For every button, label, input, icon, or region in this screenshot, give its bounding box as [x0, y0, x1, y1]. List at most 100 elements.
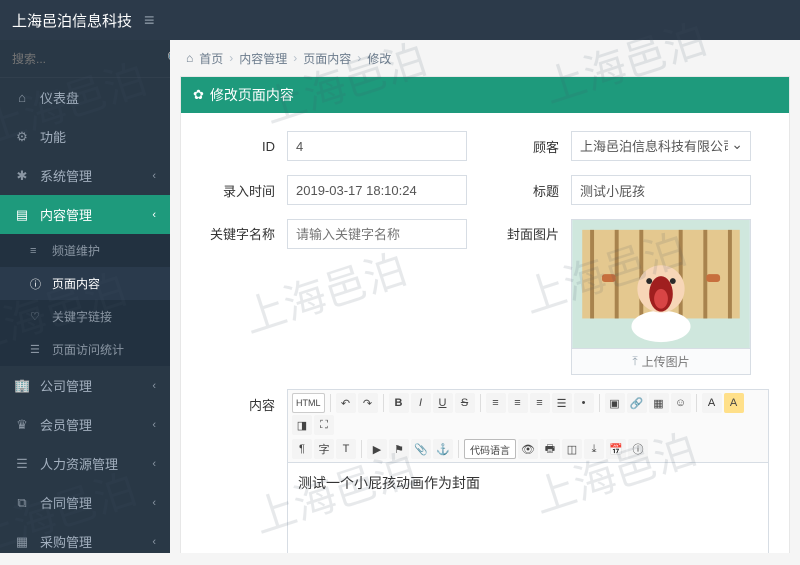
menu-toggle-icon[interactable]: ≡ — [144, 10, 155, 31]
chevron-left-icon: ‹ — [152, 419, 156, 431]
italic-button[interactable]: I — [411, 393, 431, 413]
upload-image-button[interactable]: ⤒ 上传图片 — [571, 349, 751, 375]
bgcolor-button[interactable]: A — [724, 393, 744, 413]
sidebar-item-function[interactable]: ⚙ 功能 — [0, 117, 170, 156]
bold-button[interactable]: B — [389, 393, 409, 413]
title-input[interactable] — [571, 175, 751, 205]
search-input[interactable] — [12, 52, 167, 66]
fontcolor-button[interactable]: A — [702, 393, 722, 413]
breadcrumb-level2[interactable]: 页面内容 — [303, 50, 351, 67]
panel-body: ID 顾客 上海邑泊信息科技有限公司 录入时间 — [181, 113, 789, 553]
fullscreen-button[interactable]: ⛶ — [314, 415, 334, 435]
attachment-button[interactable]: 📎 — [411, 439, 431, 459]
pagebreak-button[interactable]: ⤓ — [584, 439, 604, 459]
fontsize-button[interactable]: T — [336, 439, 356, 459]
sidebar-item-label: 合同管理 — [40, 493, 92, 512]
heart-icon: ♡ — [30, 310, 44, 323]
upload-icon: ⤒ — [632, 354, 637, 369]
document-icon: ⧉ — [14, 495, 30, 511]
video-button[interactable]: ▶ — [367, 439, 387, 459]
rich-text-editor: HTML ↶ ↷ B I U S ≡ ≡ ≡ ☰ • — [287, 389, 769, 553]
undo-button[interactable]: ↶ — [336, 393, 356, 413]
breadcrumb-sep: › — [229, 51, 233, 65]
stats-icon: ☰ — [30, 343, 44, 356]
chevron-left-icon: ‹ — [152, 536, 156, 548]
title-label: 标题 — [501, 181, 571, 200]
sidebar-item-system[interactable]: ✱ 系统管理 ‹ — [0, 156, 170, 195]
sidebar-item-hr[interactable]: ☰ 人力资源管理 ‹ — [0, 444, 170, 483]
table-button[interactable]: ▦ — [649, 393, 669, 413]
submenu-channel[interactable]: ≡ 频道维护 — [0, 234, 170, 267]
editor-textarea[interactable]: 测试一个小屁孩动画作为封面 — [287, 463, 769, 553]
image-button[interactable]: ▣ — [605, 393, 625, 413]
redo-button[interactable]: ↷ — [358, 393, 378, 413]
main-content: ⌂ 首页 › 内容管理 › 页面内容 › 修改 ✿ 修改页面内容 ID 顾客 — [170, 40, 800, 553]
about-button[interactable]: ⓘ — [628, 439, 648, 459]
sidebar-item-label: 采购管理 — [40, 532, 92, 551]
submenu-stats[interactable]: ☰ 页面访问统计 — [0, 333, 170, 366]
template-button[interactable]: ◫ — [562, 439, 582, 459]
chevron-left-icon: ‹ — [152, 458, 156, 470]
sidebar-item-company[interactable]: 🏢 公司管理 ‹ — [0, 366, 170, 405]
html-source-button[interactable]: HTML — [292, 393, 325, 413]
panel-title: 修改页面内容 — [210, 85, 294, 105]
people-icon: ☰ — [14, 456, 30, 472]
fontfamily-button[interactable]: 字 — [314, 439, 334, 459]
anchor-button[interactable]: ⚓ — [433, 439, 453, 459]
submenu-label: 页面访问统计 — [52, 341, 124, 358]
customer-select[interactable]: 上海邑泊信息科技有限公司 — [571, 131, 751, 161]
print-button[interactable]: 🖶 — [540, 439, 560, 459]
format-button[interactable]: ¶ — [292, 439, 312, 459]
breadcrumb: ⌂ 首页 › 内容管理 › 页面内容 › 修改 — [170, 40, 800, 76]
cover-image — [571, 219, 751, 349]
toolbar-divider — [599, 394, 600, 412]
breadcrumb-sep: › — [357, 51, 361, 65]
customer-label: 顾客 — [501, 137, 571, 156]
submenu-pagecontent[interactable]: ⓘ 页面内容 — [0, 267, 170, 300]
list-ordered-button[interactable]: ☰ — [552, 393, 572, 413]
keyword-label: 关键字名称 — [201, 219, 287, 243]
id-input[interactable] — [287, 131, 467, 161]
sidebar-item-label: 公司管理 — [40, 376, 92, 395]
sidebar-item-content[interactable]: ▤ 内容管理 ‹ — [0, 195, 170, 234]
toolbar-divider — [480, 394, 481, 412]
chevron-left-icon: ‹ — [152, 380, 156, 392]
align-right-button[interactable]: ≡ — [530, 393, 550, 413]
toolbar-divider — [696, 394, 697, 412]
date-button[interactable]: 📅 — [606, 439, 626, 459]
link-button[interactable]: 🔗 — [627, 393, 647, 413]
submenu-label: 页面内容 — [52, 275, 100, 292]
crown-icon: ♛ — [14, 417, 30, 433]
info-icon: ⓘ — [30, 276, 44, 292]
list-unordered-button[interactable]: • — [574, 393, 594, 413]
sidebar-item-contract[interactable]: ⧉ 合同管理 ‹ — [0, 483, 170, 522]
sidebar-item-purchase[interactable]: ▦ 采购管理 ‹ — [0, 522, 170, 553]
edit-panel: ✿ 修改页面内容 ID 顾客 上海邑泊信息科技有限公司 — [180, 76, 790, 553]
sidebar-item-member[interactable]: ♛ 会员管理 ‹ — [0, 405, 170, 444]
sidebar-item-label: 功能 — [40, 127, 66, 146]
breadcrumb-level1[interactable]: 内容管理 — [239, 50, 287, 67]
code-language-button[interactable]: 代码语言 — [464, 439, 516, 459]
sidebar-item-dashboard[interactable]: ⌂ 仪表盘 — [0, 78, 170, 117]
breadcrumb-level3: 修改 — [367, 50, 391, 67]
preview-button[interactable]: 👁 — [518, 439, 538, 459]
underline-button[interactable]: U — [433, 393, 453, 413]
building-icon: 🏢 — [14, 378, 30, 394]
sidebar: 🔍 ⌂ 仪表盘 ⚙ 功能 ✱ 系统管理 ‹ ▤ 内容管理 ‹ ≡ 频道维护 ⓘ … — [0, 40, 170, 553]
breadcrumb-home[interactable]: 首页 — [199, 50, 223, 67]
toolbar-divider — [458, 440, 459, 458]
strike-button[interactable]: S — [455, 393, 475, 413]
align-left-button[interactable]: ≡ — [486, 393, 506, 413]
align-center-button[interactable]: ≡ — [508, 393, 528, 413]
gear-icon: ⚙ — [14, 129, 30, 145]
keyword-input[interactable] — [287, 219, 467, 249]
toolbar-divider — [330, 394, 331, 412]
eraser-button[interactable]: ◨ — [292, 415, 312, 435]
submenu-keyword[interactable]: ♡ 关键字链接 — [0, 300, 170, 333]
map-button[interactable]: ⚑ — [389, 439, 409, 459]
emoji-button[interactable]: ☺ — [671, 393, 691, 413]
search-icon[interactable]: 🔍 — [167, 50, 170, 67]
content-label: 内容 — [201, 389, 287, 414]
time-input[interactable] — [287, 175, 467, 205]
upload-label: 上传图片 — [642, 353, 690, 370]
